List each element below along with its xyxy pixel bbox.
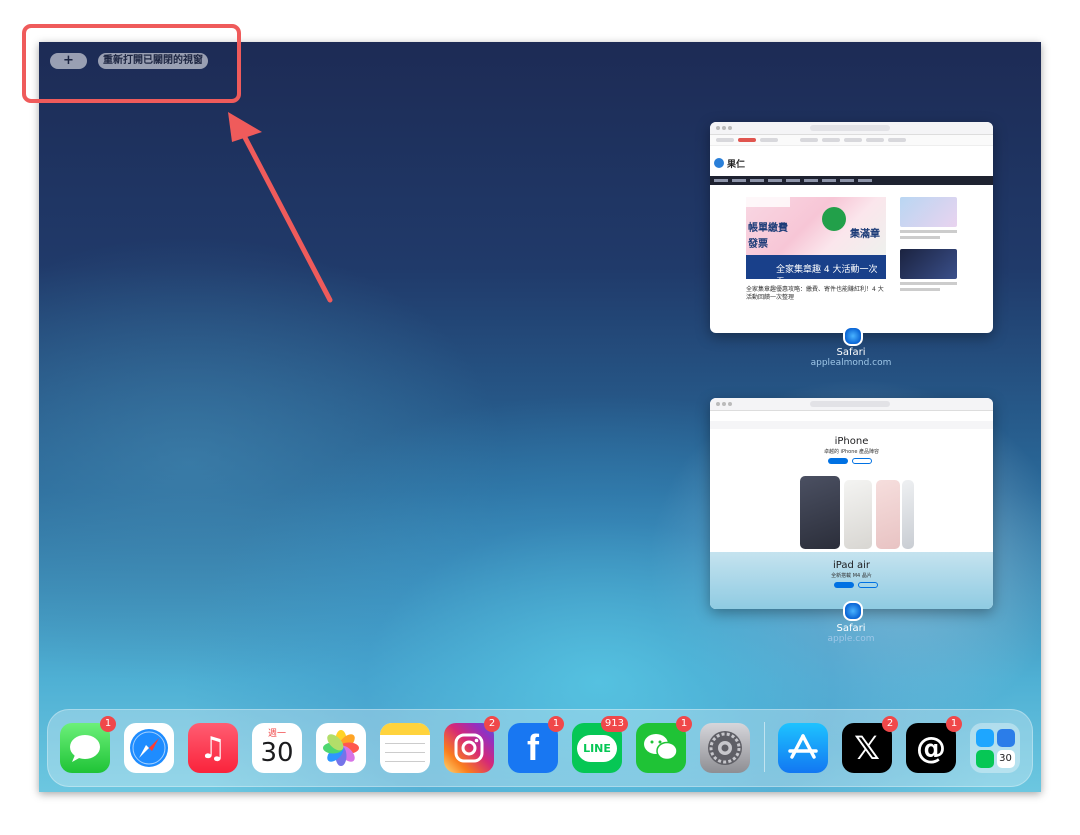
hero-banner: 帳單繳費 發票 集滿章 全家集章趣 4 大活動一次看 [746, 197, 886, 288]
browser-toolbar [710, 398, 993, 411]
buy-button [852, 458, 872, 464]
notification-badge: 1 [548, 716, 564, 732]
buy-button [858, 582, 878, 588]
calendar-mini-icon: 30 [996, 749, 1015, 768]
app-store-app-icon[interactable] [778, 723, 828, 773]
bookmarks-bar [710, 135, 993, 146]
apple-nav [710, 421, 993, 429]
calendar-app-icon[interactable]: 週一 30 [252, 723, 302, 773]
phone-image [844, 480, 872, 549]
notification-badge: 2 [484, 716, 500, 732]
ipad-heading: iPad air [832, 560, 871, 571]
window-thumbnail-applealmond[interactable]: 果仁 帳單繳費 發票 集滿章 全家集章趣 4 大活動一次看 全家集章趣優惠攻略：… [710, 122, 993, 333]
safari-icon [843, 326, 863, 346]
learn-more-button [834, 582, 854, 588]
files-mini-icon [996, 728, 1015, 747]
music-note-icon: ♫ [199, 730, 227, 766]
iphone-heading: iPhone [834, 436, 869, 447]
line-bubble-icon: LINE [577, 734, 617, 762]
wechat-app-icon[interactable]: 1 [636, 716, 692, 773]
threads-logo-icon: @ [916, 730, 946, 766]
calendar-day: 30 [260, 738, 294, 768]
window-app-label: Safari [836, 347, 866, 358]
app-store-a-icon [788, 734, 818, 759]
photos-app-icon[interactable] [316, 723, 366, 773]
settings-app-icon[interactable] [700, 723, 750, 773]
gear-icon [708, 731, 742, 765]
window-thumbnail-apple[interactable]: iPhone 卓越的 iPhone 產品陣容 iPad air 全新搭載 M4 … [710, 398, 993, 609]
learn-more-button [828, 458, 848, 464]
phone-image [902, 480, 914, 549]
dock-separator [764, 722, 765, 772]
article-caption: 全家集章趣優惠攻略：繳費、寄件也能賺紅利！4 大活動回饋一次整理 [746, 286, 884, 301]
window-app-label: Safari [836, 623, 866, 634]
x-app-icon[interactable]: 𝕏 2 [842, 716, 898, 773]
app-store-mini-icon [975, 728, 994, 747]
hero-banner-text: 全家集章趣 4 大活動一次看 [776, 265, 878, 288]
iphone-subheading: 卓越的 iPhone 產品陣容 [823, 449, 880, 455]
phone-image [876, 480, 900, 549]
photos-flower-icon [323, 730, 359, 766]
x-logo-icon: 𝕏 [854, 729, 880, 767]
hero-text: 發票 [748, 239, 768, 250]
stamp-icon [822, 207, 846, 231]
line-mini-icon [975, 749, 994, 768]
messages-app-icon[interactable]: 1 [60, 716, 116, 773]
safari-icon [843, 601, 863, 621]
notification-badge: 1 [946, 716, 962, 732]
hero-text: 集滿章 [850, 229, 880, 240]
annotation-highlight-box [22, 24, 241, 103]
ipad-subheading: 全新搭載 M4 晶片 [831, 573, 872, 579]
app-library-icon[interactable]: 30 [970, 723, 1020, 773]
notification-badge: 913 [600, 716, 628, 732]
site-nav [710, 176, 993, 185]
instagram-app-icon[interactable]: 2 [444, 716, 500, 773]
music-app-icon[interactable]: ♫ [188, 723, 238, 773]
site-logo-icon [714, 158, 724, 168]
facebook-f-icon: f [527, 727, 539, 768]
facebook-app-icon[interactable]: f 1 [508, 716, 564, 773]
notification-badge: 2 [882, 716, 898, 732]
window-url-label: applealmond.com [810, 358, 892, 368]
window-url-label: apple.com [827, 634, 875, 644]
side-thumbnail [900, 249, 957, 279]
hero-text: 帳單繳費 [748, 223, 788, 234]
camera-icon [454, 733, 484, 763]
safari-app-icon[interactable] [124, 723, 174, 773]
notification-badge: 1 [676, 716, 692, 732]
phone-image [800, 476, 840, 549]
notes-app-icon[interactable] [380, 723, 430, 773]
wechat-bubbles-icon [644, 734, 678, 761]
notification-badge: 1 [100, 716, 116, 732]
side-thumbnail [900, 197, 957, 227]
browser-toolbar [710, 122, 993, 135]
site-name: 果仁 [727, 160, 746, 170]
line-app-icon[interactable]: LINE 913 [572, 716, 628, 773]
threads-app-icon[interactable]: @ 1 [906, 716, 962, 773]
